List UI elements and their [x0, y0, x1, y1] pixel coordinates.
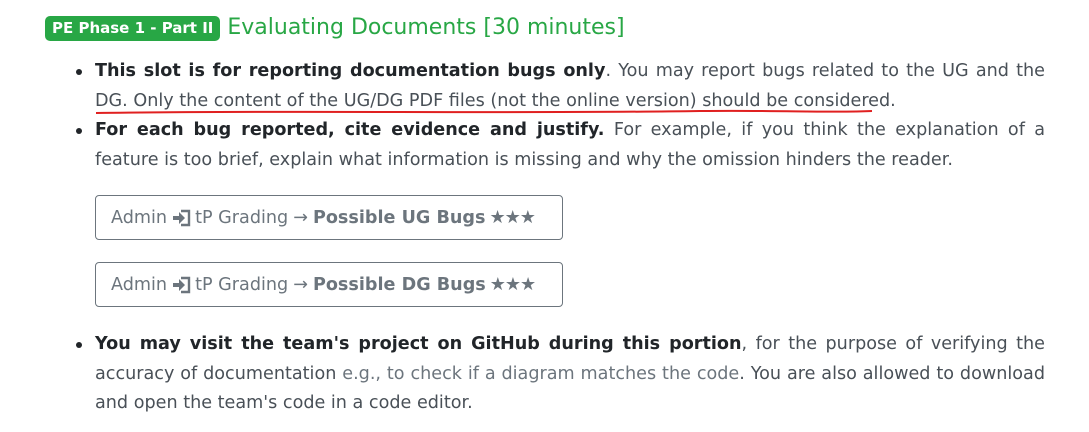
example-text: e.g., to check if a diagram matches the …: [342, 363, 740, 384]
list-item: You may visit the team's project on GitH…: [76, 330, 1045, 419]
nav-admin-label: Admin: [111, 274, 168, 295]
sign-in-icon: [173, 276, 191, 293]
nav-path-ug-bugs: Admin tP Grading → Possible UG Bugs ★★★: [95, 195, 563, 240]
bullet-bold-text: For each bug reported, cite evidence and…: [95, 120, 605, 140]
nav-admin-label: Admin: [111, 207, 168, 228]
section-heading: PE Phase 1 - Part II Evaluating Document…: [45, 14, 625, 42]
section-title: Evaluating Documents [30 minutes]: [227, 15, 625, 40]
arrow-icon: →: [293, 207, 308, 228]
nav-tp-grading-label: tP Grading: [195, 207, 289, 228]
bullet-bold-text: This slot is for reporting documentation…: [95, 61, 606, 81]
stars-icon: ★★★: [489, 274, 536, 295]
arrow-icon: →: [293, 274, 308, 295]
nav-tp-grading-label: tP Grading: [195, 274, 289, 295]
nav-path-dg-bugs: Admin tP Grading → Possible DG Bugs ★★★: [95, 262, 563, 307]
list-item: For each bug reported, cite evidence and…: [76, 116, 1045, 175]
bullet-bold-text: You may visit the team's project on GitH…: [95, 334, 742, 354]
sign-in-icon: [173, 209, 191, 226]
phase-badge: PE Phase 1 - Part II: [45, 15, 221, 41]
stars-icon: ★★★: [489, 207, 535, 228]
nav-target-label: Possible UG Bugs: [312, 207, 486, 228]
underlined-text: Only the content of the UG/DG PDF files …: [133, 90, 896, 111]
list-item: This slot is for reporting documentation…: [76, 57, 1045, 116]
nav-target-label: Possible DG Bugs: [312, 274, 486, 295]
